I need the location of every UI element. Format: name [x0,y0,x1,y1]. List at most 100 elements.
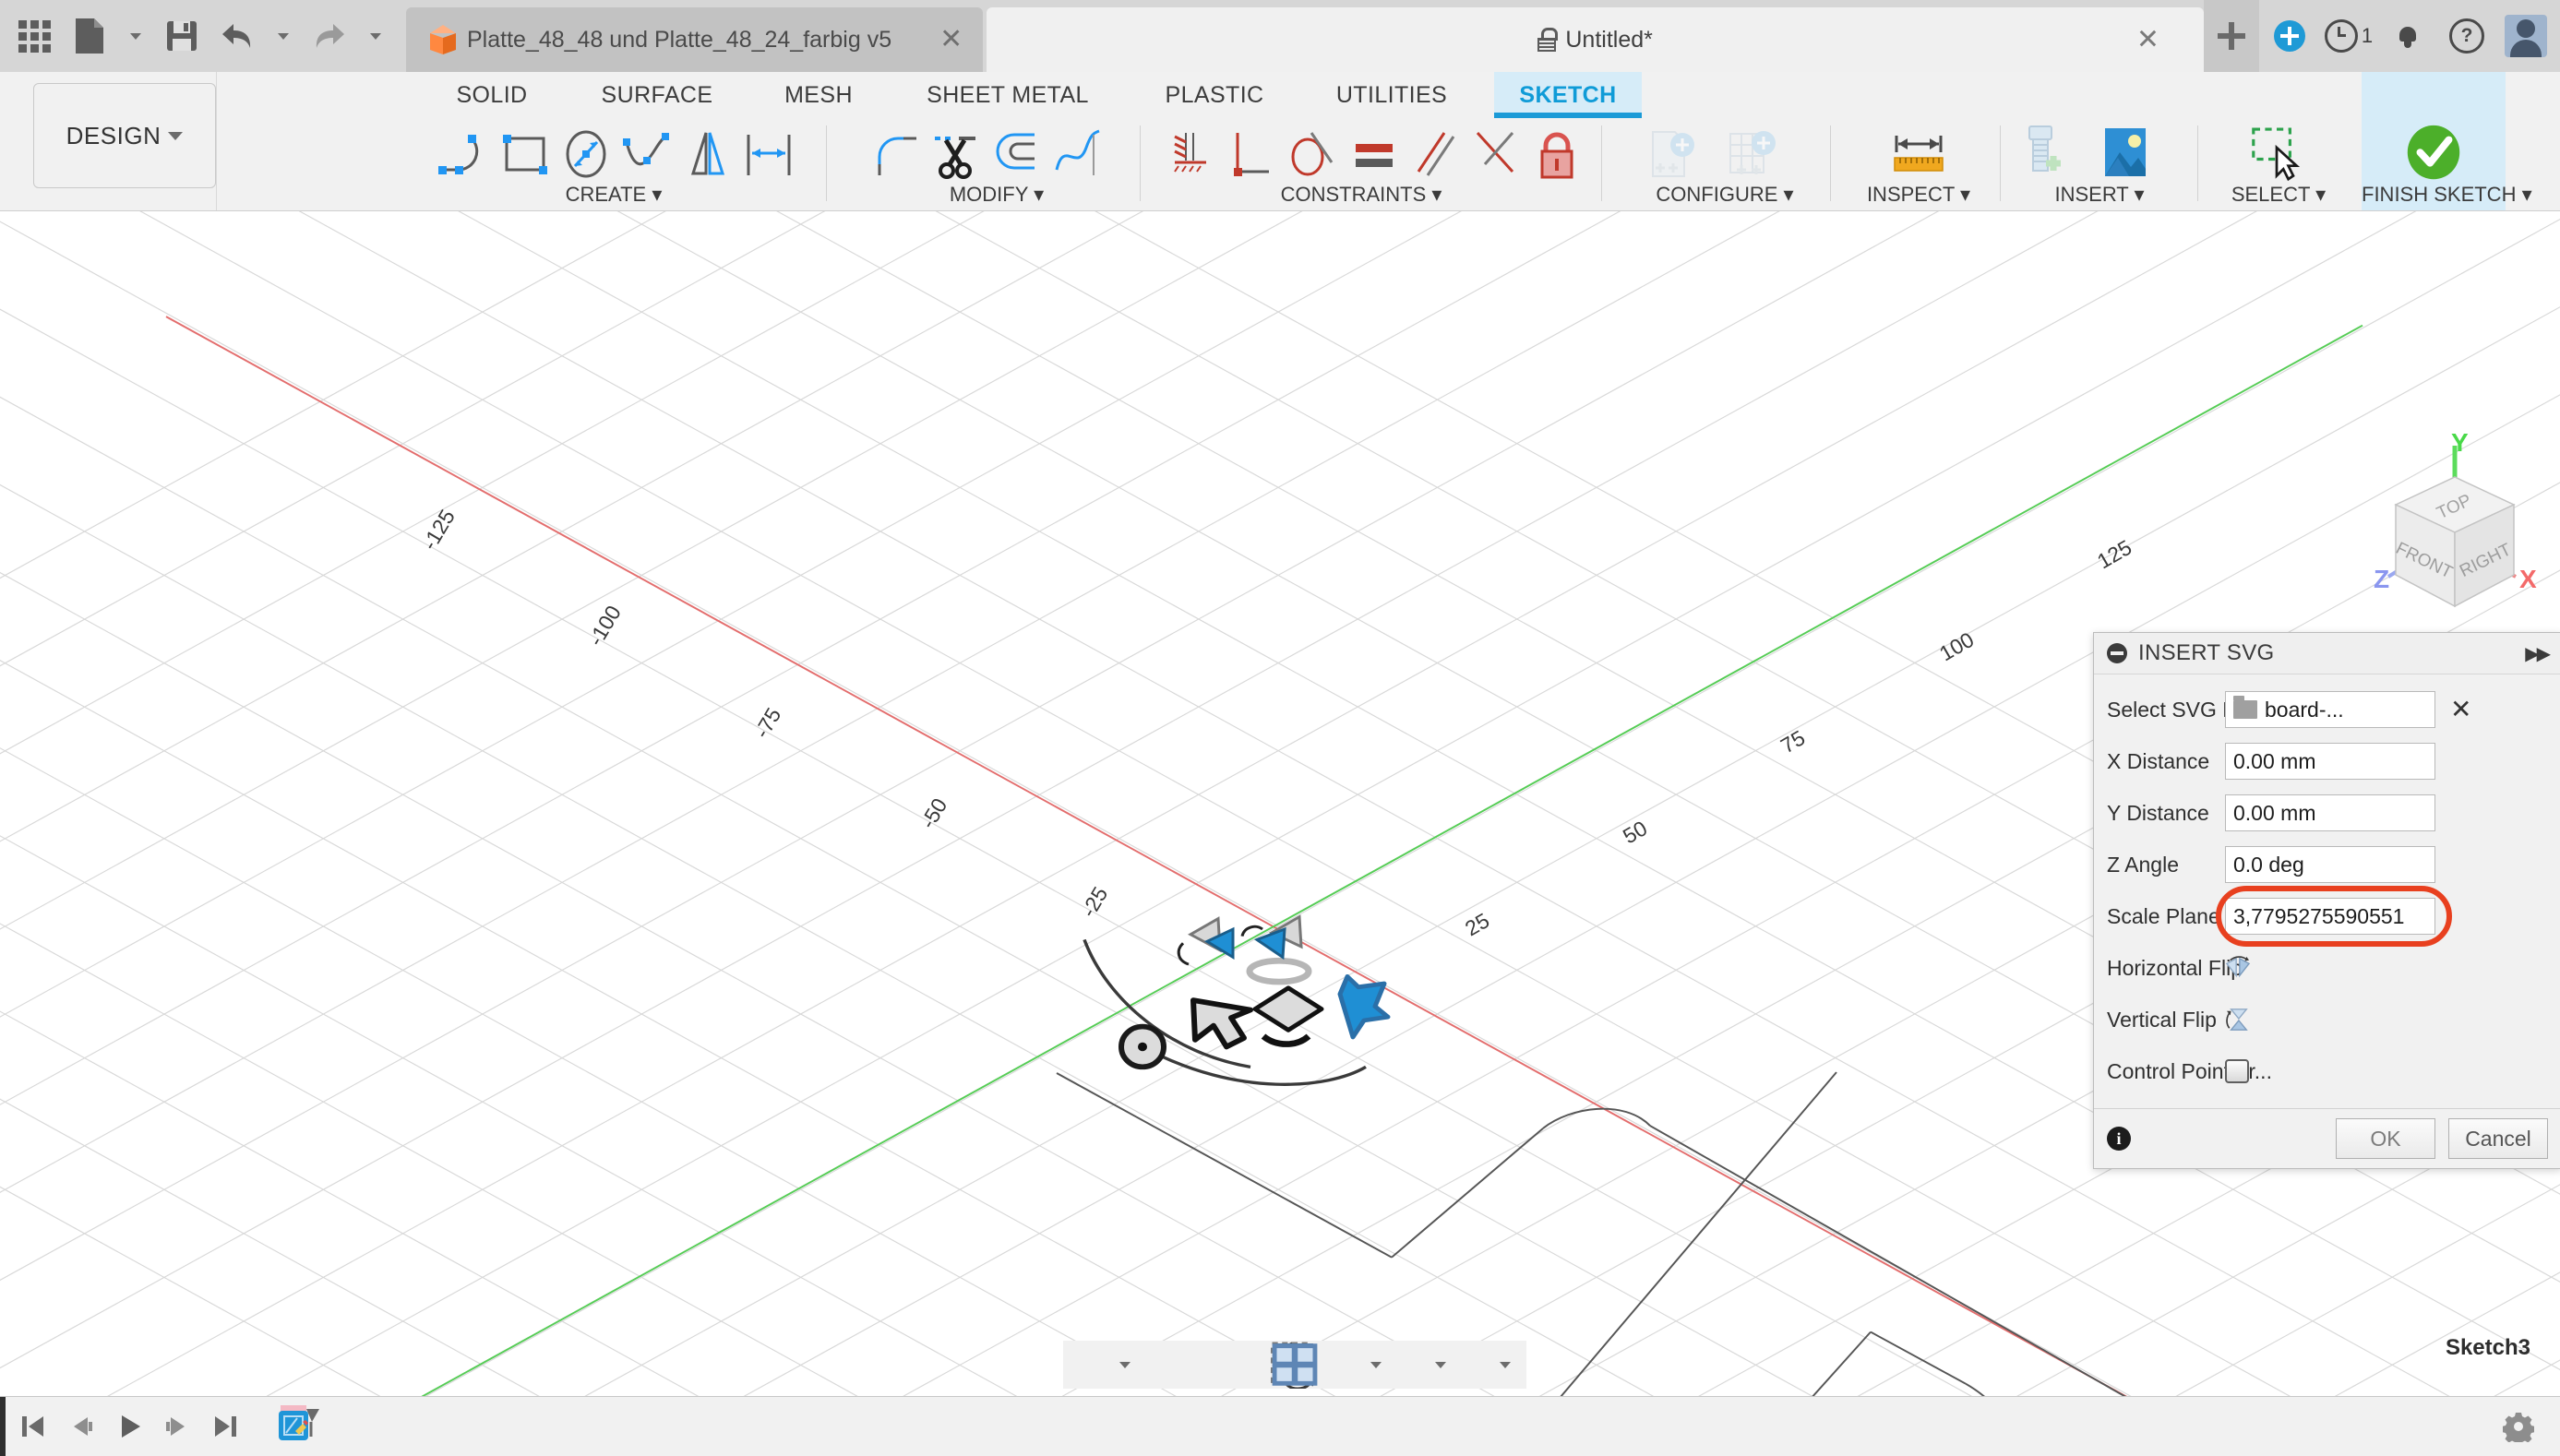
modify-fillet-icon[interactable] [863,120,929,190]
document-tab-close-icon[interactable]: ✕ [903,26,963,54]
redo-caret-icon[interactable] [360,9,391,63]
document-tab-label: Platte_48_48 und Platte_48_24_farbig v5 [467,26,892,53]
inspect-measure-icon[interactable] [1885,120,1952,190]
step-back-button[interactable] [61,1406,102,1447]
modify-curvature-icon[interactable] [1046,120,1112,190]
ribbon: DESIGN SOLID SURFACE MESH SHEET METAL PL… [0,72,2560,211]
document-tab[interactable]: Platte_48_48 und Platte_48_24_farbig v5 … [406,7,984,72]
panel-finish-sketch-label[interactable]: FINISH SKETCH ▾ [2362,183,2532,207]
select-svg-file-input[interactable]: board-... [2225,691,2435,728]
panel-constraints-label[interactable]: CONSTRAINTS ▾ [1158,183,1564,207]
modify-offset-icon[interactable] [985,120,1051,190]
panel-insert-label[interactable]: INSERT ▾ [2007,183,2192,207]
panel-separator-1 [826,125,827,201]
bell-icon[interactable] [2379,0,2436,72]
active-document-tab[interactable]: Untitled* ✕ [987,7,2204,72]
insert-mcmaster-icon[interactable] [2011,120,2077,190]
panel-select: SELECT ▾ [2207,120,2351,210]
ok-button[interactable]: OK [2336,1118,2435,1159]
x-distance-input[interactable]: 0.00 mm [2225,743,2435,780]
step-forward-button[interactable] [157,1406,197,1447]
info-icon[interactable]: i [2107,1127,2131,1151]
tab-utilities[interactable]: UTILITIES [1306,72,1477,118]
sketch-feature-icon[interactable] [275,1402,325,1451]
panel-separator-6 [2197,125,2198,201]
vertical-flip-icon[interactable] [2225,1008,2251,1032]
go-to-beginning-button[interactable] [13,1406,54,1447]
create-spline-icon[interactable] [614,120,680,190]
grid-apps-icon[interactable] [9,9,59,63]
configure-table-icon[interactable] [1719,120,1786,190]
y-distance-input[interactable]: 0.00 mm [2225,794,2435,831]
create-line-icon[interactable] [431,120,497,190]
create-mirror-icon[interactable] [675,120,741,190]
tab-solid[interactable]: SOLID [431,72,553,118]
panel-inspect-label[interactable]: INSPECT ▾ [1845,183,1992,207]
tab-mesh[interactable]: MESH [761,72,876,118]
help-icon[interactable]: ? [2438,0,2495,72]
constraint-lock-icon[interactable] [1524,120,1590,190]
gear-icon[interactable] [2502,1411,2535,1446]
new-document-caret-icon[interactable] [120,9,151,63]
save-icon[interactable] [157,9,207,63]
tab-sheet-metal[interactable]: SHEET METAL [892,72,1123,118]
tab-sketch[interactable]: SKETCH [1494,72,1642,118]
undo-caret-icon[interactable] [268,9,299,63]
tab-plastic[interactable]: PLASTIC [1140,72,1289,118]
viewport-canvas[interactable]: -125 -100 -75 -50 -25 25 50 75 100 125 Y… [0,211,2560,1396]
play-button[interactable] [109,1406,150,1447]
new-document-icon[interactable] [65,9,114,63]
minus-circle-icon[interactable] [2107,643,2127,663]
constraint-coincident-icon[interactable] [1463,120,1529,190]
workspace-switcher[interactable]: DESIGN [33,83,216,188]
control-point-frame-checkbox[interactable] [2225,1059,2249,1083]
configure-part-icon[interactable] [1640,120,1706,190]
redo-icon[interactable] [305,9,354,63]
view-cube[interactable]: Y X Z TOP FRONT RIGHT [2359,429,2558,623]
cancel-button[interactable]: Cancel [2448,1118,2548,1159]
constraint-fix-icon[interactable] [1158,120,1225,190]
label-select-svg-file: Select SVG File [2107,697,2257,722]
row-scale-plane-xy: Scale Plane XY 3,7795275590551 [2107,886,2548,947]
constraint-perpendicular-icon[interactable] [1219,120,1286,190]
dialog-header[interactable]: INSERT SVG ▶▶ [2094,633,2560,674]
undo-icon[interactable] [212,9,262,63]
panel-modify-label[interactable]: MODIFY ▾ [863,183,1130,207]
new-tab-button[interactable] [2204,0,2259,72]
ribbon-content: SOLID SURFACE MESH SHEET METAL PLASTIC U… [217,72,2560,210]
finish-sketch-icon[interactable] [2400,120,2467,190]
constraint-equal-icon[interactable] [1341,120,1407,190]
clear-file-icon[interactable]: ✕ [2450,697,2471,722]
panel-constraints: CONSTRAINTS ▾ [1158,120,1573,210]
z-angle-input[interactable]: 0.0 deg [2225,846,2435,883]
horizontal-flip-icon[interactable] [2225,956,2251,980]
panel-finish-sketch[interactable]: FINISH SKETCH ▾ [2362,72,2532,210]
constraint-parallel-icon[interactable] [1402,120,1468,190]
tab-surface[interactable]: SURFACE [573,72,741,118]
create-circle-icon[interactable] [553,120,619,190]
viewports-icon[interactable] [1272,1343,1493,1386]
go-to-end-button[interactable] [205,1406,245,1447]
insert-svg-icon[interactable] [2092,120,2159,190]
panel-configure-label[interactable]: CONFIGURE ▾ [1631,183,1819,207]
create-rectangle-icon[interactable] [492,120,558,190]
panel-separator-2 [1140,125,1141,201]
avatar-icon[interactable] [2497,0,2554,72]
extensions-icon[interactable] [2261,0,2318,72]
panel-select-label[interactable]: SELECT ▾ [2207,183,2351,207]
move-manipulator [1083,914,1391,1086]
constraint-tangent-icon[interactable] [1280,120,1346,190]
modify-trim-icon[interactable] [924,120,990,190]
job-status-icon[interactable]: 1 [2320,0,2377,72]
active-tab-close-icon[interactable]: ✕ [2136,24,2159,56]
scale-plane-xy-input[interactable]: 3,7795275590551 [2225,898,2435,935]
panel-constraints-text: CONSTRAINTS [1280,183,1427,206]
row-z-angle: Z Angle 0.0 deg [2107,839,2548,890]
folder-icon [2233,696,2257,719]
dialog-expand-icon[interactable]: ▶▶ [2525,642,2551,665]
create-dimension-icon[interactable] [736,120,802,190]
panel-create-label[interactable]: CREATE ▾ [431,183,796,207]
panel-create: CREATE ▾ [431,120,796,210]
insert-svg-dialog[interactable]: INSERT SVG ▶▶ Select SVG File board-... … [2093,632,2560,1169]
select-window-icon[interactable] [2243,120,2310,190]
